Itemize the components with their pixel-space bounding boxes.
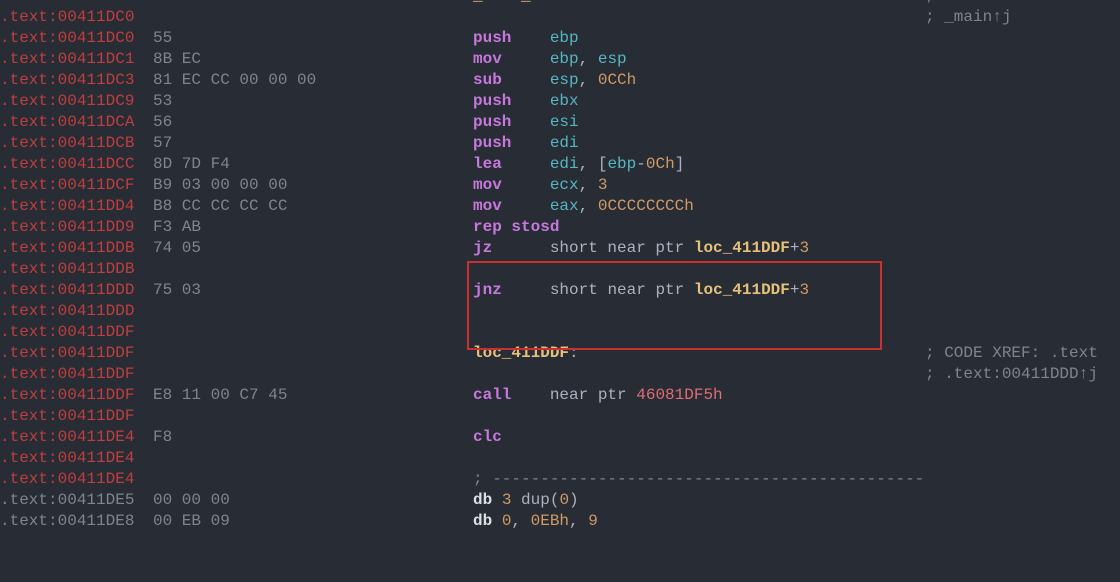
asm-row[interactable]: .text:00411DC9 53 push ebx: [0, 91, 1120, 112]
hex-bytes: 75 03: [153, 280, 201, 301]
asm-row[interactable]: .text:00411DDF: [0, 406, 1120, 427]
instruction: jz short near ptr loc_411DDF+3: [473, 238, 809, 259]
asm-row[interactable]: .text:00411DCF B9 03 00 00 00 mov ecx, 3: [0, 175, 1120, 196]
instruction: mov ebp, esp: [473, 49, 627, 70]
instruction: clc: [473, 427, 502, 448]
address: .text:00411DDF: [0, 406, 134, 427]
address: .text:00411DDD: [0, 301, 134, 322]
asm-row[interactable]: .text:00411DDF E8 11 00 C7 45 call near pt…: [0, 385, 1120, 406]
address: .text:00411DE4: [0, 469, 134, 490]
instruction: ; --------------------------------------…: [473, 469, 924, 490]
address: .text:00411DCB: [0, 133, 134, 154]
hex-bytes: 8D 7D F4: [153, 154, 230, 175]
instruction: rep stosd: [473, 217, 559, 238]
address: .text:00411DCA: [0, 112, 134, 133]
asm-row[interactable]: .text:00411DCB 57 push edi: [0, 133, 1120, 154]
asm-row[interactable]: .text:00411DDB 74 05 jz short near ptr loc…: [0, 238, 1120, 259]
address: .text:00411DCC: [0, 154, 134, 175]
address: .text:00411DCF: [0, 175, 134, 196]
address: .text:00411DDB: [0, 259, 134, 280]
instruction: mov eax, 0CCCCCCCCh: [473, 196, 694, 217]
address: .text:00411DC9: [0, 91, 134, 112]
instruction: loc_411DDF:: [473, 343, 579, 364]
address: .text:00411DE4: [0, 427, 134, 448]
xref-comment: ; _main↑j: [925, 7, 1011, 28]
asm-row[interactable]: .text:00411DE4: [0, 448, 1120, 469]
address: .text:00411DE5: [0, 490, 134, 511]
asm-row[interactable]: .text:00411DC0 55 push ebp: [0, 28, 1120, 49]
hex-bytes: B8 CC CC CC CC: [153, 196, 287, 217]
instruction: push edi: [473, 133, 579, 154]
hex-bytes: 57: [153, 133, 172, 154]
hex-bytes: E8 11 00 C7 45: [153, 385, 287, 406]
asm-row[interactable]: .text:00411DDF ; .text:00411DDD↑j: [0, 364, 1120, 385]
address: .text:00411DDF: [0, 322, 134, 343]
address: .text:00411DDF: [0, 385, 134, 406]
hex-bytes: 56: [153, 112, 172, 133]
hex-bytes: 81 EC CC 00 00 00: [153, 70, 316, 91]
instruction: call near ptr 46081DF5h: [473, 385, 723, 406]
xref-comment: ; .text:00411DDD↑j: [925, 364, 1098, 385]
hex-bytes: 53: [153, 91, 172, 112]
instruction: push ebx: [473, 91, 579, 112]
asm-row[interactable]: .text:00411DE8 00 EB 09 db 0, 0EBh, 9: [0, 511, 1120, 532]
hex-bytes: 8B EC: [153, 49, 201, 70]
asm-row[interactable]: .text:00411DE4 ; ------------------------…: [0, 469, 1120, 490]
asm-row[interactable]: .text:00411DC1 8B EC mov ebp, esp: [0, 49, 1120, 70]
asm-row[interactable]: .text:00411DE4 F8 clc: [0, 427, 1120, 448]
address: .text:00411DC1: [0, 49, 134, 70]
asm-row[interactable]: .text:00411DD4 B8 CC CC CC CC mov eax, 0CC…: [0, 196, 1120, 217]
instruction: lea edi, [ebp-0Ch]: [473, 154, 684, 175]
address: .text:00411DDD: [0, 280, 134, 301]
hex-bytes: 00 EB 09: [153, 511, 230, 532]
asm-row[interactable]: .text:00411DDF loc_411DDF: ; CODE XREF: .t…: [0, 343, 1120, 364]
asm-row[interactable]: .text:00411DC0 _main_0: ; CODE XREF: .text: [0, 0, 1120, 7]
asm-row[interactable]: .text:00411DCC 8D 7D F4 lea edi, [ebp-0Ch]: [0, 154, 1120, 175]
asm-row[interactable]: .text:00411DE5 00 00 00 db 3 dup(0): [0, 490, 1120, 511]
address: .text:00411DDB: [0, 238, 134, 259]
hex-bytes: 00 00 00: [153, 490, 230, 511]
asm-row[interactable]: .text:00411DDD 75 03 jnz short near ptr lo…: [0, 280, 1120, 301]
asm-row[interactable]: .text:00411DDF: [0, 322, 1120, 343]
instruction: mov ecx, 3: [473, 175, 607, 196]
address: .text:00411DD4: [0, 196, 134, 217]
address: .text:00411DC0: [0, 0, 134, 7]
instruction: sub esp, 0CCh: [473, 70, 636, 91]
instruction: push esi: [473, 112, 579, 133]
asm-row[interactable]: .text:00411DDD: [0, 301, 1120, 322]
instruction: jnz short near ptr loc_411DDF+3: [473, 280, 809, 301]
instruction: db 0, 0EBh, 9: [473, 511, 598, 532]
hex-bytes: B9 03 00 00 00: [153, 175, 287, 196]
address: .text:00411DC0: [0, 28, 134, 49]
disassembly-view[interactable]: .text:00411DC0 _main_0: ; CODE XREF: .text…: [0, 0, 1120, 532]
address: .text:00411DC3: [0, 70, 134, 91]
address: .text:00411DE8: [0, 511, 134, 532]
asm-row[interactable]: .text:00411DC0 ; _main↑j: [0, 7, 1120, 28]
hex-bytes: 55: [153, 28, 172, 49]
instruction: _main_0:: [473, 0, 550, 7]
address: .text:00411DC0: [0, 7, 134, 28]
asm-row[interactable]: .text:00411DD9 F3 AB rep stosd: [0, 217, 1120, 238]
address: .text:00411DE4: [0, 448, 134, 469]
hex-bytes: F3 AB: [153, 217, 201, 238]
hex-bytes: 74 05: [153, 238, 201, 259]
asm-row[interactable]: .text:00411DDB: [0, 259, 1120, 280]
asm-row[interactable]: .text:00411DCA 56 push esi: [0, 112, 1120, 133]
instruction: push ebp: [473, 28, 579, 49]
asm-row[interactable]: .text:00411DC3 81 EC CC 00 00 00 sub esp, …: [0, 70, 1120, 91]
instruction: db 3 dup(0): [473, 490, 579, 511]
xref-comment: ; CODE XREF: .text: [925, 343, 1098, 364]
address: .text:00411DDF: [0, 343, 134, 364]
address: .text:00411DDF: [0, 364, 134, 385]
address: .text:00411DD9: [0, 217, 134, 238]
xref-comment: ; CODE XREF: .text: [925, 0, 1098, 7]
hex-bytes: F8: [153, 427, 172, 448]
